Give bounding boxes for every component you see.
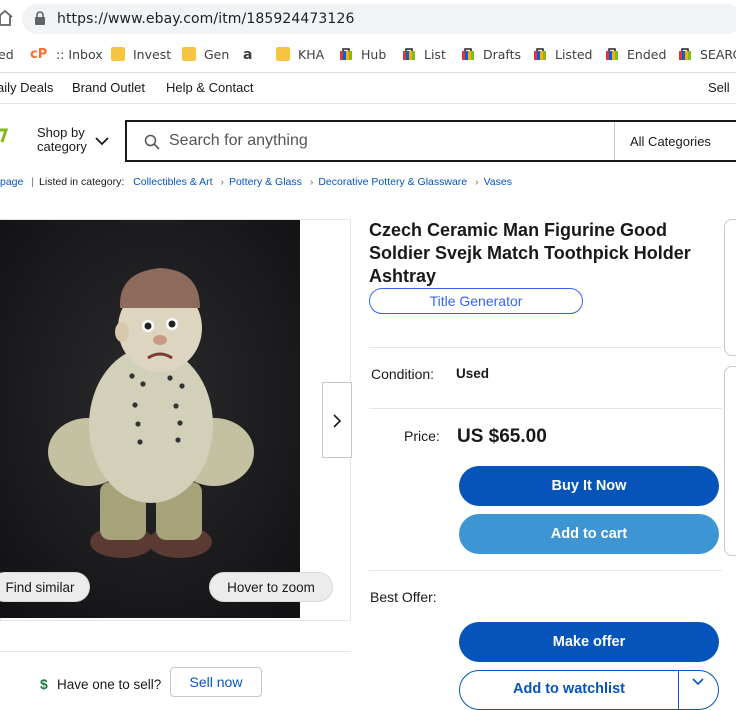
breadcrumb: page | Listed in category: Collectibles &…	[0, 176, 512, 188]
chevron-right-icon: ›	[309, 176, 314, 188]
ebay-bag-icon	[534, 48, 546, 60]
bookmark-list[interactable]: List	[402, 40, 446, 68]
url-text[interactable]: https://www.ebay.com/itm/185924473126	[57, 11, 354, 27]
lock-icon	[35, 11, 45, 25]
amazon-icon: a	[243, 47, 253, 63]
bookmark-label: SEARC	[700, 46, 736, 62]
address-bar-area: https://www.ebay.com/itm/185924473126	[0, 0, 736, 38]
bookmark-ed[interactable]: ed	[0, 40, 14, 68]
add-to-watchlist-button[interactable]: Add to watchlist	[459, 670, 679, 710]
bookmark-gen[interactable]: Gen	[182, 40, 229, 68]
side-card-bottom	[724, 366, 736, 556]
ebay-bag-icon	[403, 48, 415, 60]
title-divider	[369, 347, 722, 348]
bookmark-label: Listed	[555, 46, 593, 62]
sell-banner-divider	[0, 651, 351, 652]
nav-brand-outlet[interactable]: Brand Outlet	[72, 80, 145, 95]
breadcrumb-item[interactable]: Decorative Pottery & Glassware	[318, 176, 467, 188]
figurine-illustration	[0, 220, 300, 618]
breadcrumb-item[interactable]: Collectibles & Art	[133, 176, 212, 188]
ebay-bag-icon	[606, 48, 618, 60]
have-one-to-sell-text: Have one to sell?	[57, 677, 162, 692]
add-to-cart-button[interactable]: Add to cart	[459, 514, 719, 554]
bookmark-invest[interactable]: Invest	[111, 40, 171, 68]
bookmark-hub[interactable]: Hub	[339, 40, 386, 68]
bookmark-listed[interactable]: Listed	[533, 40, 592, 68]
search-divider	[614, 122, 615, 160]
watchlist-dropdown-button[interactable]	[678, 670, 719, 710]
condition-divider	[369, 408, 722, 409]
cpanel-icon: cP	[30, 47, 48, 62]
breadcrumb-pipe: |	[31, 176, 35, 188]
shop-by-category-line2: category	[37, 139, 87, 154]
shop-by-category-line1: Shop by	[37, 125, 85, 140]
bookmark-ended[interactable]: Ended	[605, 40, 666, 68]
bookmark-inbox[interactable]: cP :: Inbox	[30, 40, 103, 68]
bookmark-search[interactable]: SEARC	[678, 40, 736, 68]
ebay-logo-fragment-icon[interactable]	[0, 128, 8, 144]
search-bar: Search for anything All Categories	[125, 120, 736, 162]
search-icon	[144, 134, 160, 150]
nav-daily-deals[interactable]: aily Deals	[0, 80, 53, 95]
folder-icon	[276, 47, 290, 61]
bookmark-amazon[interactable]: a	[243, 40, 265, 68]
bookmark-label: ed	[0, 46, 14, 62]
breadcrumb-listed-label: Listed in category:	[39, 176, 125, 188]
folder-icon	[111, 47, 125, 61]
chevron-right-icon: ›	[220, 176, 224, 188]
bookmarks-divider	[0, 72, 736, 73]
breadcrumb-back-link[interactable]: page	[0, 176, 23, 188]
price-value: US $65.00	[457, 426, 547, 447]
ebay-bag-icon	[462, 48, 474, 60]
bookmark-label: List	[424, 46, 446, 62]
product-photo[interactable]	[0, 220, 300, 618]
bookmark-label: Drafts	[483, 46, 522, 62]
ebay-bag-icon	[679, 48, 691, 60]
shop-by-category-button[interactable]: Shop by category	[37, 126, 87, 154]
bookmark-label: Hub	[361, 46, 387, 62]
topnav-divider	[0, 103, 736, 104]
bookmark-kha[interactable]: KHA	[276, 40, 324, 68]
hover-to-zoom-button[interactable]: Hover to zoom	[209, 572, 333, 602]
chevron-down-icon	[95, 137, 109, 146]
buy-it-now-button[interactable]: Buy It Now	[459, 466, 719, 506]
sell-now-button[interactable]: Sell now	[170, 667, 262, 697]
listing-title: Czech Ceramic Man Figurine Good Soldier …	[369, 220, 691, 286]
dollar-icon: $	[40, 676, 48, 692]
condition-label: Condition:	[371, 366, 435, 382]
folder-icon	[182, 47, 196, 61]
bookmark-label: KHA	[298, 46, 325, 62]
home-icon[interactable]	[0, 8, 14, 28]
category-select[interactable]: All Categories	[630, 134, 711, 149]
chevron-right-icon	[333, 414, 342, 428]
find-similar-button[interactable]: Find similar	[0, 572, 90, 602]
condition-value: Used	[456, 366, 490, 381]
next-image-button[interactable]	[322, 382, 352, 458]
bookmark-label: Gen	[204, 46, 230, 62]
nav-help-contact[interactable]: Help & Contact	[166, 80, 253, 95]
nav-sell[interactable]: Sell	[708, 80, 730, 95]
best-offer-label: Best Offer:	[370, 589, 437, 605]
make-offer-button[interactable]: Make offer	[459, 622, 719, 662]
ebay-bag-icon	[340, 48, 352, 60]
bookmark-label: Ended	[627, 46, 667, 62]
breadcrumb-item[interactable]: Pottery & Glass	[229, 176, 302, 188]
bookmark-label: :: Inbox	[56, 46, 103, 62]
bookmark-drafts[interactable]: Drafts	[461, 40, 521, 68]
chevron-down-icon	[692, 678, 704, 686]
title-generator-button[interactable]: Title Generator	[369, 288, 583, 314]
price-divider	[369, 570, 722, 571]
chevron-right-icon: ›	[475, 176, 479, 188]
bookmark-label: Invest	[133, 46, 172, 62]
search-input[interactable]: Search for anything	[169, 132, 308, 150]
breadcrumb-item[interactable]: Vases	[484, 176, 512, 188]
price-label: Price:	[404, 428, 440, 444]
side-card-top	[724, 219, 736, 356]
